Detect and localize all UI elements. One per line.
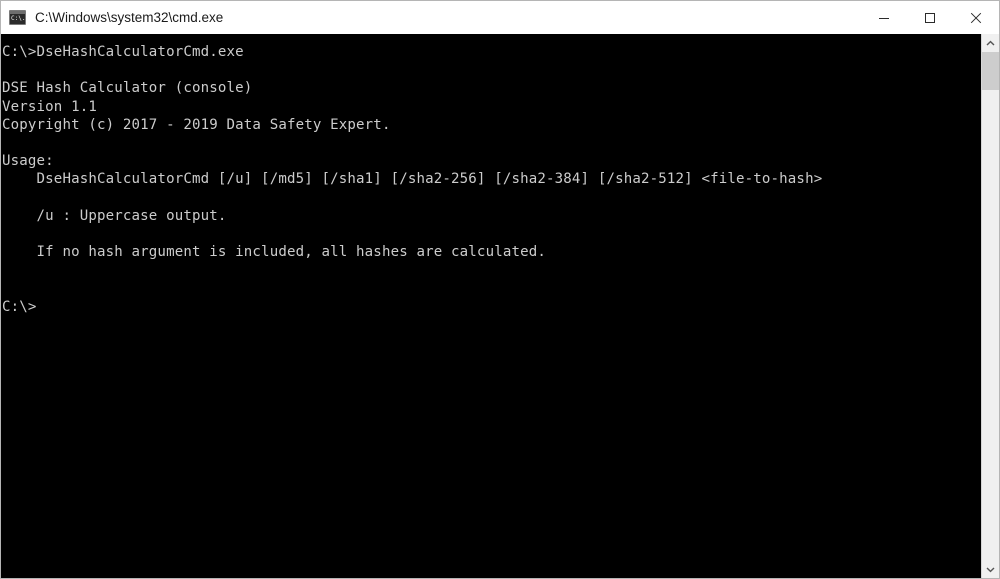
cmd-icon-prompt-glyph: C:\. [11, 15, 26, 22]
cmd-window: C:\. C:\Windows\system32\cmd.exe C:\>Dse… [0, 0, 1000, 579]
scroll-up-icon [986, 40, 995, 46]
maximize-icon [925, 12, 935, 23]
console-area: C:\>DseHashCalculatorCmd.exe DSE Hash Ca… [1, 34, 999, 578]
minimize-button[interactable] [861, 1, 907, 34]
cmd-console-icon: C:\. [9, 10, 26, 25]
scrollbar-track[interactable] [982, 52, 999, 560]
window-title: C:\Windows\system32\cmd.exe [35, 10, 224, 25]
scroll-up-button[interactable] [982, 34, 999, 52]
maximize-button[interactable] [907, 1, 953, 34]
minimize-icon [879, 17, 889, 19]
scroll-down-icon [986, 566, 995, 572]
close-button[interactable] [953, 1, 999, 34]
title-bar-left: C:\. C:\Windows\system32\cmd.exe [1, 1, 861, 34]
scroll-down-button[interactable] [982, 560, 999, 578]
console-output[interactable]: C:\>DseHashCalculatorCmd.exe DSE Hash Ca… [1, 34, 981, 578]
window-controls [861, 1, 999, 34]
close-icon [970, 12, 982, 23]
scrollbar-thumb[interactable] [982, 52, 999, 90]
vertical-scrollbar[interactable] [981, 34, 999, 578]
title-bar[interactable]: C:\. C:\Windows\system32\cmd.exe [1, 1, 999, 34]
